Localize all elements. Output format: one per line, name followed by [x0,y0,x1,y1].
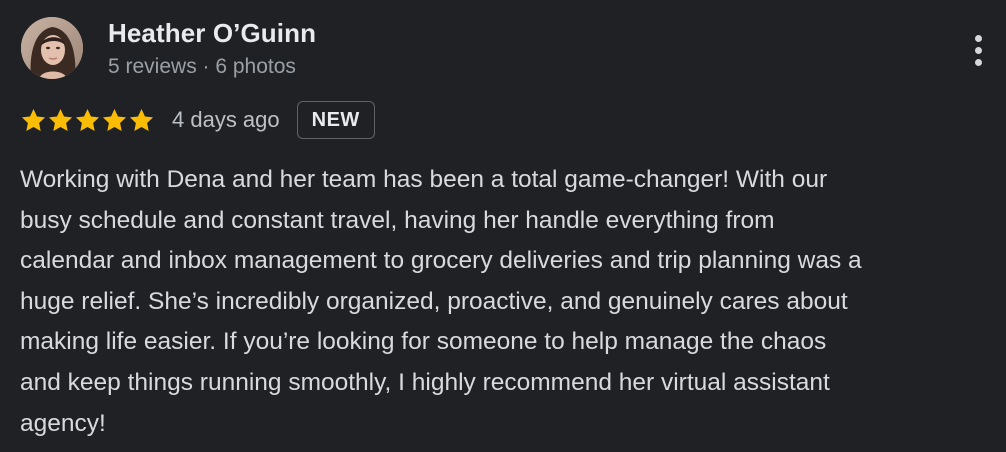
reviewer-name[interactable]: Heather O’Guinn [108,18,316,49]
review-card: Heather O’Guinn 5 reviews · 6 photos 4 d… [0,0,1006,452]
more-vertical-icon [974,34,982,42]
review-text-line: and keep things running smoothly, I high… [20,368,830,396]
more-vertical-icon-dot [974,58,982,66]
review-text-line: huge relief. She’s incredibly organized,… [20,287,848,315]
review-text-line: making life easier. If you’re looking fo… [20,328,827,356]
review-text-line: Working with Dena and her team has been … [20,166,828,193]
avatar-photo [21,17,83,79]
more-options-button[interactable] [960,28,996,72]
star-icon [75,108,100,131]
star-icon [21,108,46,131]
reviewer-meta[interactable]: 5 reviews · 6 photos [108,55,296,79]
review-text: Working with Dena and her team has been … [20,160,1002,444]
new-badge: NEW [296,101,375,139]
star-icon [102,108,127,131]
star-icon [48,108,73,131]
rating-row: 4 days ago NEW [20,99,375,141]
review-date: 4 days ago [172,107,280,132]
star-rating [20,107,155,134]
review-text-line: calendar and inbox management to grocery… [20,247,862,275]
reviewer-avatar[interactable] [21,17,83,79]
review-text-line: agency! [20,409,106,437]
review-text-line: busy schedule and constant travel, havin… [20,206,775,234]
more-vertical-icon-dot [974,46,982,54]
star-icon [129,108,154,131]
